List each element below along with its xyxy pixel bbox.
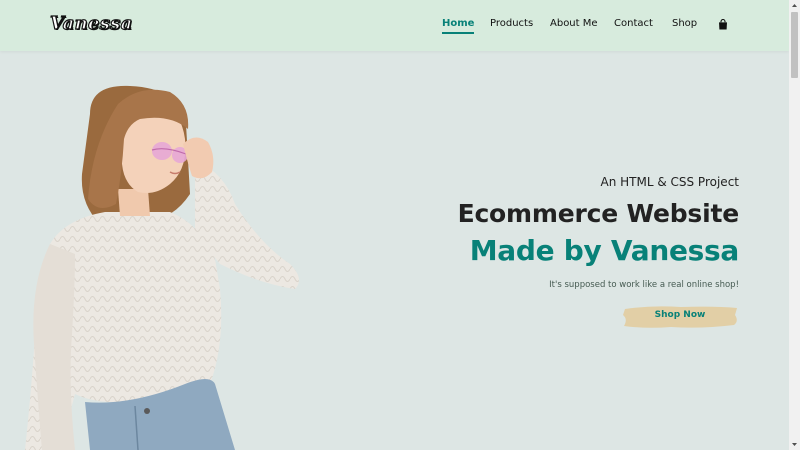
nav-products[interactable]: Products — [490, 18, 533, 29]
hero-subtitle: Made by Vanessa — [469, 234, 740, 267]
scroll-down-arrow-icon[interactable] — [789, 439, 800, 450]
nav-shop[interactable]: Shop — [672, 18, 697, 29]
hero-model-image — [25, 85, 299, 450]
page: Vanessa Home Products About Me Contact S… — [0, 0, 789, 450]
nav-contact[interactable]: Contact — [614, 18, 653, 29]
site-header: Vanessa Home Products About Me Contact S… — [0, 0, 789, 51]
shop-now-button[interactable]: Shop Now — [621, 303, 739, 330]
hero-eyebrow: An HTML & CSS Project — [600, 175, 740, 189]
scroll-up-arrow-icon[interactable] — [789, 0, 800, 11]
hero-title: Ecommerce Website — [457, 199, 740, 228]
nav-about-me[interactable]: About Me — [550, 18, 598, 29]
shop-now-label: Shop Now — [654, 310, 706, 320]
hero-tagline: It's supposed to work like a real online… — [549, 280, 739, 290]
nav-home[interactable]: Home — [442, 18, 475, 34]
brand-logo[interactable]: Vanessa — [49, 11, 132, 37]
scrollbar-thumb[interactable] — [791, 12, 798, 78]
shopping-bag-icon[interactable] — [718, 19, 728, 30]
vertical-scrollbar[interactable] — [789, 0, 800, 450]
